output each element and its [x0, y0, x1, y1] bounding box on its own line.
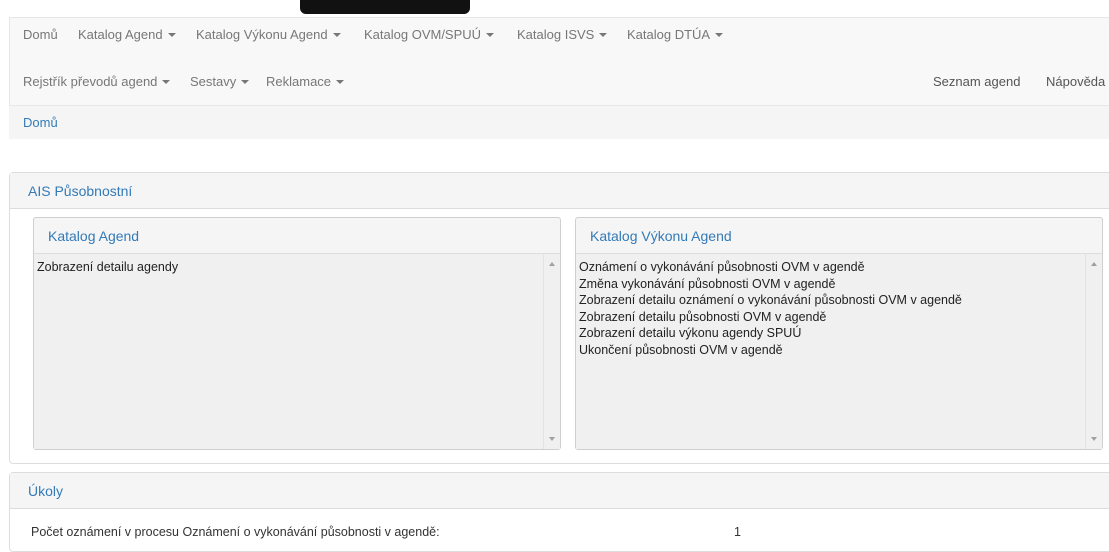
- breadcrumb-home-link[interactable]: Domů: [23, 115, 58, 130]
- nav-katalog-dtua[interactable]: Katalog DTÚA: [627, 27, 724, 42]
- inner-panel-title: Katalog Agend: [48, 228, 140, 244]
- panel-title: Úkoly: [28, 483, 64, 499]
- list-item[interactable]: Ukončení působnosti OVM v agendě: [576, 342, 962, 359]
- scrollbar[interactable]: [1085, 254, 1102, 449]
- nav-napoveda[interactable]: Nápověda: [1046, 74, 1105, 89]
- breadcrumb: Domů: [9, 106, 1109, 139]
- scroll-up-icon[interactable]: [1091, 262, 1097, 266]
- katalog-agend-listbox[interactable]: Zobrazení detailu agendy: [34, 254, 560, 449]
- task-label: Počet oznámení v procesu Oznámení o vyko…: [31, 525, 440, 539]
- list-item[interactable]: Oznámení o vykonávání působnosti OVM v a…: [576, 259, 962, 276]
- panel-title: AIS Působnostní: [28, 183, 133, 199]
- top-strip-shape: [300, 0, 470, 14]
- chevron-down-icon: [336, 79, 345, 84]
- list-item[interactable]: Změna vykonávání působnosti OVM v agendě: [576, 276, 962, 293]
- inner-panel-heading: Katalog Agend: [34, 218, 560, 254]
- chevron-down-icon: [241, 79, 250, 84]
- chevron-down-icon: [599, 32, 608, 37]
- inner-panel-title: Katalog Výkonu Agend: [590, 228, 732, 244]
- chevron-down-icon: [162, 79, 171, 84]
- nav-seznam-agend[interactable]: Seznam agend: [933, 74, 1020, 89]
- list-item[interactable]: Zobrazení detailu agendy: [34, 259, 178, 276]
- katalog-vykonu-listbox[interactable]: Oznámení o vykonávání působnosti OVM v a…: [576, 254, 1102, 449]
- chevron-down-icon: [167, 32, 176, 37]
- scroll-down-icon[interactable]: [1091, 437, 1097, 441]
- window-top-strip: [0, 0, 1109, 17]
- nav-rejstrik-prevodu-agend[interactable]: Rejstřík převodů agend: [23, 74, 171, 89]
- main-navbar: Domů Katalog Agend Katalog Výkonu Agend …: [9, 17, 1109, 106]
- nav-katalog-ovm-spuu[interactable]: Katalog OVM/SPUÚ: [364, 27, 495, 42]
- nav-home[interactable]: Domů: [23, 27, 58, 42]
- nav-katalog-vykonu-agend[interactable]: Katalog Výkonu Agend: [196, 27, 341, 42]
- nav-katalog-agend[interactable]: Katalog Agend: [78, 27, 176, 42]
- inner-panel-heading: Katalog Výkonu Agend: [576, 218, 1102, 254]
- list-item[interactable]: Zobrazení detailu působnosti OVM v agend…: [576, 309, 962, 326]
- list-item[interactable]: Zobrazení detailu výkonu agendy SPUÚ: [576, 325, 962, 342]
- katalog-agend-panel: Katalog Agend Zobrazení detailu agendy: [33, 217, 561, 450]
- ais-pusobnostni-panel: AIS Působnostní Katalog Agend Zobrazení …: [9, 172, 1109, 464]
- task-count[interactable]: 1: [734, 525, 741, 539]
- katalog-vykonu-agend-panel: Katalog Výkonu Agend Oznámení o vykonává…: [575, 217, 1103, 450]
- nav-reklamace[interactable]: Reklamace: [266, 74, 345, 89]
- scroll-down-icon[interactable]: [549, 437, 555, 441]
- chevron-down-icon: [332, 32, 341, 37]
- panel-heading: Úkoly: [10, 473, 1109, 509]
- nav-sestavy[interactable]: Sestavy: [190, 74, 250, 89]
- ukoly-panel: Úkoly Počet oznámení v procesu Oznámení …: [9, 472, 1109, 552]
- chevron-down-icon: [486, 32, 495, 37]
- list-item[interactable]: Zobrazení detailu oznámení o vykonávání …: [576, 292, 962, 309]
- panel-heading: AIS Působnostní: [10, 173, 1109, 209]
- scrollbar[interactable]: [543, 254, 560, 449]
- chevron-down-icon: [715, 32, 724, 37]
- nav-katalog-isvs[interactable]: Katalog ISVS: [517, 27, 608, 42]
- scroll-up-icon[interactable]: [549, 262, 555, 266]
